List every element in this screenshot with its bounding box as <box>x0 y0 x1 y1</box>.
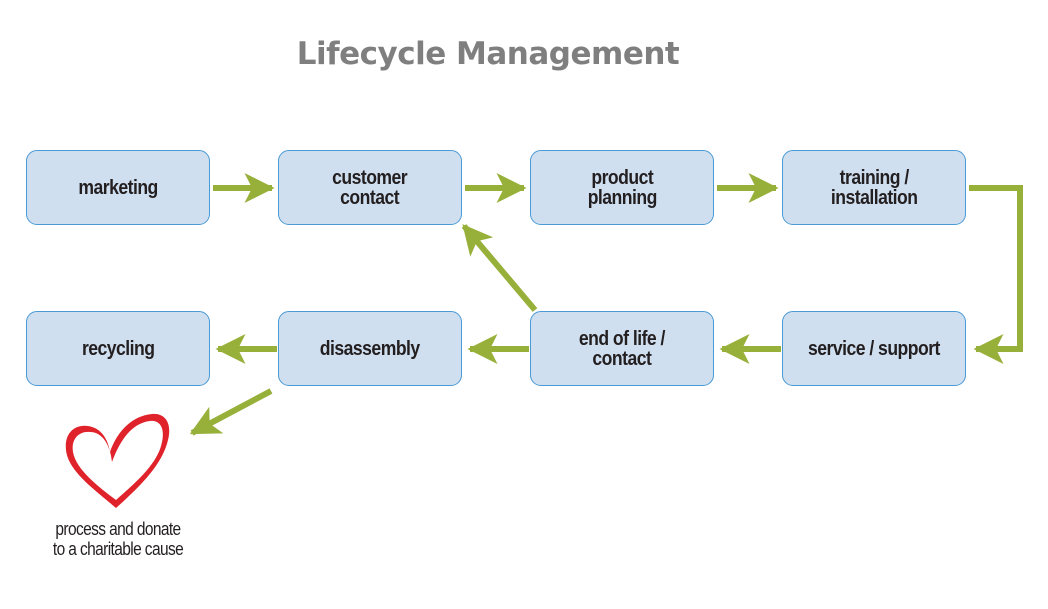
node-marketing: marketing <box>26 150 210 225</box>
connectors <box>189 173 1023 436</box>
node-customer-contact: customer contact <box>278 150 462 225</box>
node-label: end of life / contact <box>578 327 666 370</box>
node-label: training / installation <box>830 166 918 209</box>
node-label: recycling <box>81 337 155 360</box>
arrow-end-of-life-to-customer-contact <box>461 224 538 312</box>
node-label: customer contact <box>332 166 408 209</box>
node-service-support: service / support <box>782 311 966 386</box>
node-label: service / support <box>808 337 940 360</box>
node-label: disassembly <box>320 337 420 360</box>
node-disassembly: disassembly <box>278 311 462 386</box>
node-training-installation: training / installation <box>782 150 966 225</box>
arrow-disassembly-to-donate <box>189 388 273 436</box>
node-label: product planning <box>587 166 657 209</box>
node-end-of-life-contact: end of life / contact <box>530 311 714 386</box>
node-label: marketing <box>78 176 158 199</box>
heart-icon <box>65 413 170 508</box>
node-product-planning: product planning <box>530 150 714 225</box>
donate-caption: process and donate to a charitable cause <box>52 519 184 559</box>
arrow-training-to-service-support <box>969 185 1023 364</box>
node-recycling: recycling <box>26 311 210 386</box>
